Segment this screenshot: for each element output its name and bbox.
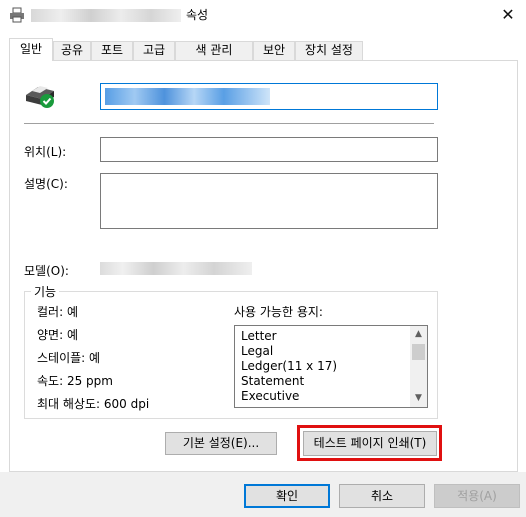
title-printer-name-redacted — [31, 9, 181, 22]
tab-security[interactable]: 보안 — [253, 41, 295, 60]
list-item[interactable]: Executive — [241, 389, 299, 403]
list-item[interactable]: Letter — [241, 329, 277, 343]
tab-general[interactable]: 일반 — [9, 38, 53, 61]
cancel-button[interactable]: 취소 — [339, 484, 425, 508]
features-group-title: 기능 — [31, 283, 60, 300]
model-label: 모델(O): — [24, 264, 69, 278]
paper-list-scrollbar[interactable]: ▲ ▼ — [410, 326, 427, 407]
feature-duplex: 양면: 예 — [37, 328, 78, 342]
list-item[interactable]: Legal — [241, 344, 273, 358]
model-value-redacted — [100, 262, 252, 275]
paper-sizes-label: 사용 가능한 용지: — [234, 305, 323, 319]
title-bar: 속성 ✕ — [0, 0, 526, 30]
location-label: 위치(L): — [24, 145, 67, 159]
feature-staple: 스테이플: 예 — [37, 351, 101, 365]
paper-sizes-list[interactable]: Letter Legal Ledger(11 x 17) Statement E… — [234, 325, 428, 408]
printer-name-redacted — [105, 88, 270, 105]
scroll-up-icon[interactable]: ▲ — [410, 326, 427, 343]
comment-input[interactable] — [100, 173, 438, 229]
tab-ports[interactable]: 포트 — [91, 41, 133, 60]
feature-speed: 속도: 25 ppm — [37, 374, 113, 388]
tab-advanced[interactable]: 고급 — [133, 41, 175, 60]
list-item[interactable]: Statement — [241, 374, 304, 388]
divider — [24, 123, 434, 124]
comment-label: 설명(C): — [24, 177, 68, 191]
location-input[interactable] — [100, 137, 438, 162]
scroll-thumb[interactable] — [412, 344, 425, 360]
window-title: 속성 — [186, 8, 209, 22]
feature-color: 컬러: 예 — [37, 305, 78, 319]
feature-max-resolution: 최대 해상도: 600 dpi — [37, 397, 150, 411]
preferences-button[interactable]: 기본 설정(E)... — [165, 432, 277, 455]
apply-button[interactable]: 적용(A) — [434, 484, 520, 508]
printer-ready-icon — [26, 86, 54, 108]
scroll-down-icon[interactable]: ▼ — [410, 390, 427, 407]
list-item[interactable]: Ledger(11 x 17) — [241, 359, 337, 373]
tab-sharing[interactable]: 공유 — [53, 41, 91, 60]
tab-color-management[interactable]: 색 관리 — [175, 41, 253, 60]
tab-device-settings[interactable]: 장치 설정 — [295, 41, 363, 60]
highlight-box — [297, 425, 442, 461]
close-icon: ✕ — [501, 5, 515, 24]
printer-icon — [10, 7, 24, 23]
ok-button[interactable]: 확인 — [244, 484, 330, 508]
close-button[interactable]: ✕ — [494, 2, 522, 28]
